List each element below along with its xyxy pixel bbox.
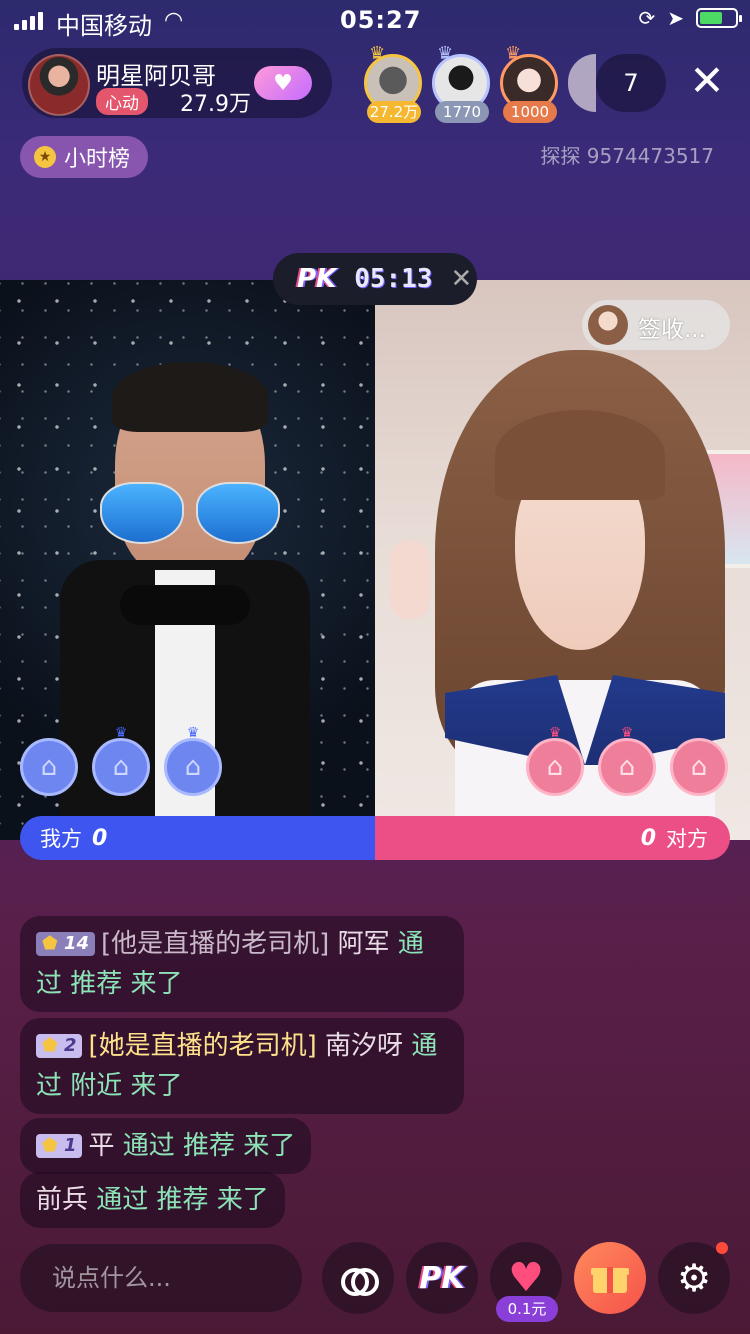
pk-button[interactable]: PK bbox=[406, 1242, 478, 1314]
settings-button[interactable]: ⚙ bbox=[658, 1242, 730, 1314]
chat-message: 前兵 通过 推荐 来了 bbox=[20, 1172, 285, 1228]
gift-button[interactable] bbox=[574, 1242, 646, 1314]
battery-icon bbox=[696, 8, 742, 28]
seat-icon: ⌂ bbox=[618, 752, 636, 782]
host-seat-3[interactable]: ♛ ⌂ bbox=[164, 725, 222, 796]
chat-username[interactable]: 平 bbox=[88, 1131, 114, 1161]
crown-icon: ♛ bbox=[548, 725, 562, 741]
chat-username[interactable]: 南汐呀 bbox=[325, 1031, 403, 1061]
host-popularity: 27.9万 bbox=[180, 92, 251, 117]
orientation-lock-icon: ⟳ bbox=[638, 6, 656, 30]
viewer-badge: 1770 bbox=[435, 101, 489, 123]
top-viewer-4-partial[interactable] bbox=[568, 54, 596, 112]
opponent-score-value: 0 bbox=[640, 825, 656, 851]
level-badge: ⬟ 14 bbox=[36, 932, 95, 956]
viewer-badge: 1000 bbox=[503, 101, 557, 123]
signal-icon bbox=[14, 10, 43, 30]
top-viewer-2[interactable]: ♛ 1770 bbox=[432, 43, 490, 123]
broken-heart-icon: ♥ bbox=[508, 1255, 544, 1301]
my-side-score-value: 0 bbox=[92, 825, 108, 851]
hour-rank-button[interactable]: ★ 小时榜 bbox=[20, 136, 149, 178]
host-seat-2[interactable]: ♛ ⌂ bbox=[92, 725, 150, 796]
pk-close-icon[interactable]: ✕ bbox=[450, 264, 472, 294]
link-icon bbox=[341, 1261, 379, 1296]
carrier-label: 中国移动 bbox=[56, 12, 152, 40]
my-side-label: 我方 bbox=[40, 827, 82, 851]
location-icon: ➤ bbox=[667, 6, 684, 30]
opponent-seat-2[interactable]: ♛ ⌂ bbox=[598, 725, 656, 796]
wifi-icon: ◠ bbox=[164, 8, 184, 33]
chat-username[interactable]: 前兵 bbox=[36, 1185, 88, 1215]
gem-icon: ⬟ bbox=[42, 1035, 58, 1056]
chat-tag: [她是直播的老司机] bbox=[88, 1031, 317, 1061]
host-tag: 心动 bbox=[96, 88, 148, 115]
pk-timer: PK 05:13 ✕ bbox=[273, 253, 477, 305]
hour-rank-label: 小时榜 bbox=[64, 147, 131, 172]
signer-label: 签收... bbox=[638, 317, 706, 343]
chat-tag: [他是直播的老司机] bbox=[101, 929, 330, 959]
chat-message: ⬟ 1平 通过 推荐 来了 bbox=[20, 1118, 312, 1174]
seat-icon: ⌂ bbox=[184, 752, 202, 782]
crown-icon: ♛ bbox=[620, 725, 634, 741]
crown-icon: ♛ bbox=[114, 725, 128, 741]
pk-countdown: 05:13 bbox=[354, 264, 433, 294]
seat-icon: ⌂ bbox=[690, 752, 708, 782]
pk-score-bar: 我方 0 0 对方 bbox=[20, 816, 730, 860]
notification-dot bbox=[716, 1242, 728, 1254]
crown-icon: ♛ bbox=[505, 43, 522, 64]
host-seat-1[interactable]: ⌂ bbox=[20, 738, 78, 796]
heart-price-badge: 0.1元 bbox=[496, 1296, 558, 1322]
gem-icon: ⬟ bbox=[42, 933, 58, 954]
chat-action: 通过 推荐 来了 bbox=[96, 1185, 269, 1215]
status-time: 05:27 bbox=[340, 6, 422, 34]
chat-message: ⬟ 14 [他是直播的老司机] 阿军 通过 推荐 来了 bbox=[20, 916, 464, 1012]
chat-action: 通过 推荐 来了 bbox=[122, 1131, 296, 1161]
seat-icon: ⌂ bbox=[546, 752, 564, 782]
level-badge: ⬟ 1 bbox=[36, 1134, 83, 1158]
close-icon: ✕ bbox=[689, 56, 725, 105]
pk-logo: PK bbox=[297, 264, 337, 294]
host-card[interactable]: 明星阿贝哥 心动 27.9万 ♥ bbox=[22, 48, 332, 118]
host-avatar[interactable] bbox=[28, 54, 90, 116]
crown-icon: ♛ bbox=[369, 43, 386, 64]
gear-icon: ⚙ bbox=[676, 1256, 712, 1300]
seat-icon: ⌂ bbox=[40, 752, 58, 782]
viewer-badge: 27.2万 bbox=[367, 101, 421, 123]
crown-icon: ♛ bbox=[186, 725, 200, 741]
opponent-seat-3[interactable]: ⌂ bbox=[670, 738, 728, 796]
winged-heart-icon: ♥ bbox=[273, 70, 293, 96]
follow-heart-button[interactable]: ♥ bbox=[254, 66, 312, 100]
comment-input[interactable]: 说点什么... bbox=[20, 1244, 302, 1312]
top-viewer-1[interactable]: ♛ 27.2万 bbox=[364, 43, 422, 123]
chat-message: ⬟ 2 [她是直播的老司机] 南汐呀 通过 附近 来了 bbox=[20, 1018, 464, 1114]
link-mic-button[interactable] bbox=[322, 1242, 394, 1314]
crown-icon: ♛ bbox=[437, 43, 454, 64]
seat-icon: ⌂ bbox=[112, 752, 130, 782]
gift-icon bbox=[591, 1263, 629, 1293]
pk-button-label: PK bbox=[419, 1260, 465, 1296]
my-side-score: 我方 0 bbox=[20, 816, 375, 860]
opponent-side-score: 0 对方 bbox=[375, 816, 730, 860]
top-viewer-3[interactable]: ♛ 1000 bbox=[500, 43, 558, 123]
gem-icon: ⬟ bbox=[42, 1135, 58, 1156]
medal-icon: ★ bbox=[34, 146, 56, 168]
opponent-signer-chip[interactable]: 签收... bbox=[582, 300, 730, 350]
viewer-count[interactable]: 7 bbox=[596, 54, 666, 112]
opponent-seat-1[interactable]: ♛ ⌂ bbox=[526, 725, 584, 796]
room-id: 探探 9574473517 bbox=[540, 144, 714, 168]
avatar bbox=[588, 305, 628, 345]
close-button[interactable]: ✕ bbox=[684, 58, 730, 104]
level-badge: ⬟ 2 bbox=[36, 1034, 83, 1058]
opponent-side-label: 对方 bbox=[666, 827, 708, 851]
chat-username[interactable]: 阿军 bbox=[338, 929, 390, 959]
status-bar: 中国移动 ◠ 05:27 ⟳ ➤ bbox=[0, 0, 750, 40]
